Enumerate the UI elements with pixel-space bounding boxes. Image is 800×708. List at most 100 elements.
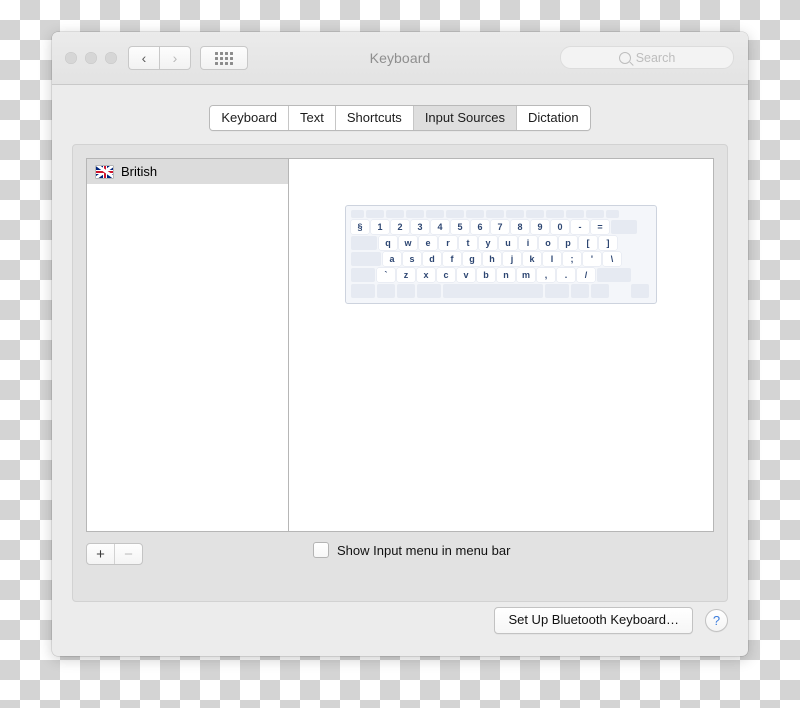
key-u: u — [499, 236, 517, 250]
key-r: r — [439, 236, 457, 250]
key-f3 — [406, 210, 424, 218]
key-b: b — [477, 268, 495, 282]
tab-group: Keyboard Text Shortcuts Input Sources Di… — [209, 105, 591, 131]
key-i: i — [519, 236, 537, 250]
remove-input-source-button[interactable]: − — [115, 544, 142, 564]
key-q: q — [379, 236, 397, 250]
key-f5 — [446, 210, 464, 218]
key-1: 1 — [371, 220, 389, 234]
key-control — [377, 284, 395, 298]
key-f6 — [466, 210, 484, 218]
search-icon — [618, 51, 631, 64]
tab-bar: Keyboard Text Shortcuts Input Sources Di… — [52, 105, 748, 131]
key-backslash: \ — [603, 252, 621, 266]
key-arrow-right — [631, 284, 649, 298]
key-fn — [351, 284, 375, 298]
key-9: 9 — [531, 220, 549, 234]
key-p: p — [559, 236, 577, 250]
show-input-menu-checkbox[interactable] — [313, 542, 329, 558]
key-7: 7 — [491, 220, 509, 234]
key-section: § — [351, 220, 369, 234]
key-v: v — [457, 268, 475, 282]
key-delete — [611, 220, 637, 234]
add-remove-button-group: + − — [86, 543, 143, 565]
key-0: 0 — [551, 220, 569, 234]
key-j: j — [503, 252, 521, 266]
key-5: 5 — [451, 220, 469, 234]
key-f8 — [506, 210, 524, 218]
key-n: n — [497, 268, 515, 282]
key-shift-right — [597, 268, 631, 282]
uk-flag-icon — [96, 165, 113, 178]
key-f10 — [546, 210, 564, 218]
key-c: c — [437, 268, 455, 282]
key-z: z — [397, 268, 415, 282]
tab-input-sources[interactable]: Input Sources — [413, 106, 518, 130]
key-l: l — [543, 252, 561, 266]
key-arrow-left — [591, 284, 609, 298]
key-space — [443, 284, 543, 298]
key-apostrophe: ' — [583, 252, 601, 266]
show-input-menu-label: Show Input menu in menu bar — [337, 542, 511, 558]
key-bracket-right: ] — [599, 236, 617, 250]
key-o: o — [539, 236, 557, 250]
keyboard-layout-preview: § 1 2 3 4 5 6 7 8 9 0 - = q w e r t y u … — [345, 205, 657, 304]
key-d: d — [423, 252, 441, 266]
key-8: 8 — [511, 220, 529, 234]
input-source-list[interactable]: British — [87, 159, 289, 531]
help-button[interactable]: ? — [705, 609, 728, 632]
key-arrow-up-down — [611, 284, 629, 298]
key-x: x — [417, 268, 435, 282]
key-minus: - — [571, 220, 589, 234]
tab-text[interactable]: Text — [289, 106, 336, 130]
show-input-menu-checkbox-row[interactable]: Show Input menu in menu bar — [313, 542, 510, 558]
keyboard-function-row — [351, 210, 651, 218]
key-4: 4 — [431, 220, 449, 234]
key-tab — [351, 236, 377, 250]
key-g: g — [463, 252, 481, 266]
key-bracket-left: [ — [579, 236, 597, 250]
set-up-bluetooth-keyboard-button[interactable]: Set Up Bluetooth Keyboard… — [494, 607, 693, 634]
keyboard-home-row: a s d f g h j k l ; ' \ — [351, 252, 651, 266]
key-f: f — [443, 252, 461, 266]
key-h: h — [483, 252, 501, 266]
key-eject — [606, 210, 619, 218]
key-6: 6 — [471, 220, 489, 234]
window-titlebar: ‹ › Keyboard Search — [52, 32, 748, 85]
key-f1 — [366, 210, 384, 218]
key-w: w — [399, 236, 417, 250]
key-k: k — [523, 252, 541, 266]
tab-keyboard[interactable]: Keyboard — [210, 106, 290, 130]
key-command-right — [545, 284, 569, 298]
key-esc — [351, 210, 364, 218]
keyboard-modifier-row — [351, 284, 651, 298]
key-f9 — [526, 210, 544, 218]
key-y: y — [479, 236, 497, 250]
key-a: a — [383, 252, 401, 266]
key-option-right — [571, 284, 589, 298]
tab-dictation[interactable]: Dictation — [517, 106, 590, 130]
keyboard-number-row: § 1 2 3 4 5 6 7 8 9 0 - = — [351, 220, 651, 234]
list-item[interactable]: British — [87, 159, 288, 184]
key-f2 — [386, 210, 404, 218]
key-f11 — [566, 210, 584, 218]
keyboard-qwerty-row: q w e r t y u i o p [ ] — [351, 236, 651, 250]
tab-shortcuts[interactable]: Shortcuts — [335, 106, 414, 130]
key-t: t — [459, 236, 477, 250]
keyboard-layout-pane: § 1 2 3 4 5 6 7 8 9 0 - = q w e r t y u … — [289, 159, 713, 531]
key-f12 — [586, 210, 604, 218]
key-period: . — [557, 268, 575, 282]
search-placeholder: Search — [635, 50, 676, 65]
key-e: e — [419, 236, 437, 250]
system-preferences-window: ‹ › Keyboard Search Keyboard Text Shortc… — [52, 32, 748, 656]
panes-container: British § 1 2 3 4 5 6 7 8 9 0 - = q w e … — [86, 158, 714, 532]
key-f7 — [486, 210, 504, 218]
key-3: 3 — [411, 220, 429, 234]
key-2: 2 — [391, 220, 409, 234]
key-command-left — [417, 284, 441, 298]
key-f4 — [426, 210, 444, 218]
key-slash: / — [577, 268, 595, 282]
add-input-source-button[interactable]: + — [87, 544, 115, 564]
search-input[interactable]: Search — [560, 46, 734, 69]
key-backtick: ` — [377, 268, 395, 282]
